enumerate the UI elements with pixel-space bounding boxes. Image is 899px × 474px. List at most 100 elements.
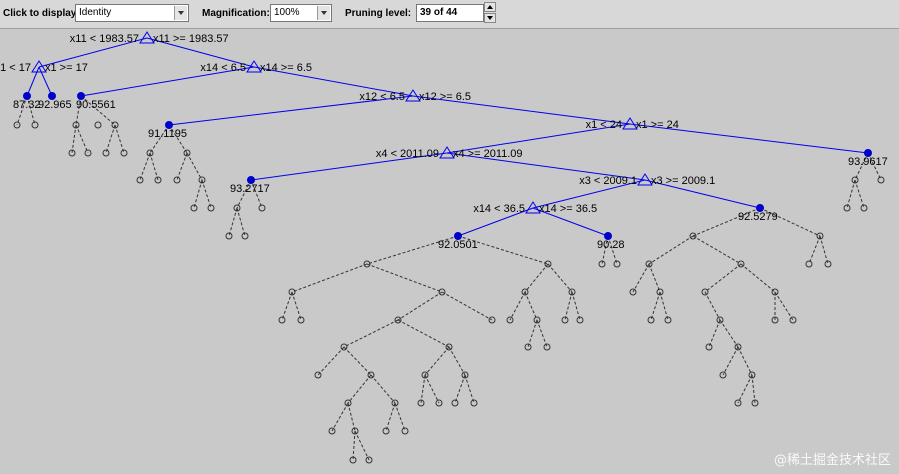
pruned-node[interactable] xyxy=(843,204,851,212)
pruned-node[interactable] xyxy=(102,149,110,157)
split-nodes: x11 < 1983.57 x11 >= 1983.57 1 < 17 x1 >= 1… xyxy=(0,31,715,215)
pruned-node[interactable] xyxy=(382,427,390,435)
chevron-down-icon[interactable] xyxy=(317,6,330,20)
pruned-branch-line xyxy=(648,263,661,293)
magnification-select-value: 100% xyxy=(274,7,300,18)
pruned-branch-line xyxy=(448,346,466,376)
pruned-node[interactable] xyxy=(314,371,322,379)
pruned-branch-line xyxy=(571,291,581,321)
pruned-branch-line xyxy=(331,402,349,432)
leaf-node[interactable]: 90.28 xyxy=(597,232,625,252)
pruned-node[interactable] xyxy=(524,343,532,351)
pruned-branch-line xyxy=(808,235,821,265)
spinner-up-icon[interactable] xyxy=(484,2,496,12)
pruned-branch-line xyxy=(281,291,293,321)
pruned-branch-line xyxy=(722,346,739,376)
pruned-branch-line xyxy=(424,346,450,376)
pruned-node[interactable] xyxy=(789,316,797,324)
pruned-node[interactable] xyxy=(451,399,459,407)
pruned-node[interactable] xyxy=(860,204,868,212)
pruned-branch-line xyxy=(228,207,238,237)
pruned-node[interactable] xyxy=(297,316,305,324)
pruned-branch-line xyxy=(343,319,399,348)
leaf-value-label: 92.965 xyxy=(38,99,72,111)
pruned-branch-line xyxy=(740,263,776,293)
leaf-value-label: 93.2717 xyxy=(230,183,270,195)
leaf-node[interactable]: 92.0501 xyxy=(438,232,478,252)
pruned-branch-line xyxy=(105,124,116,154)
pruning-spinner[interactable] xyxy=(484,2,496,24)
pruned-branch-line xyxy=(201,179,212,209)
pruned-branch-line xyxy=(632,263,650,293)
pruned-node[interactable] xyxy=(470,399,478,407)
pruned-node[interactable] xyxy=(877,176,885,184)
pruned-branch-line xyxy=(317,346,345,376)
leaf-node[interactable]: 93.9617 xyxy=(848,149,888,169)
display-select[interactable]: Identity xyxy=(75,4,189,22)
leaf-node[interactable]: 93.2717 xyxy=(230,176,270,196)
pruned-node[interactable] xyxy=(705,343,713,351)
pruned-node[interactable] xyxy=(94,121,102,129)
pruned-branch-line xyxy=(774,291,794,321)
display-label: Click to display: xyxy=(3,8,80,19)
pruned-node[interactable] xyxy=(190,204,198,212)
pruned-branch-line xyxy=(236,207,246,237)
leaf-node[interactable]: 91.1195 xyxy=(148,121,187,141)
pruned-node[interactable] xyxy=(154,176,162,184)
pruned-node[interactable] xyxy=(401,427,409,435)
pruning-label: Pruning level: xyxy=(345,8,412,19)
chevron-down-icon[interactable] xyxy=(174,6,187,20)
pruned-branch-line xyxy=(370,374,396,404)
split-left-label: x3 < 2009.1 xyxy=(579,175,637,187)
leaf-node[interactable]: 90.5561 xyxy=(76,92,116,112)
pruned-branch-line xyxy=(536,319,548,348)
split-left-label: x11 < 1983.57 xyxy=(70,33,139,45)
pruned-branch-line xyxy=(509,291,526,321)
pruned-branch-line xyxy=(441,291,493,321)
pruned-branch-line xyxy=(737,346,753,376)
leaf-value-label: 93.9617 xyxy=(848,156,888,168)
pruned-node[interactable] xyxy=(561,316,569,324)
split-left-label: x1 < 24 xyxy=(586,119,622,131)
magnification-label: Magnification: xyxy=(202,8,270,19)
pruned-node[interactable] xyxy=(543,343,551,351)
pruned-branch-line xyxy=(186,152,203,181)
pruned-branch-line xyxy=(547,263,573,293)
magnification-select[interactable]: 100% xyxy=(270,4,332,22)
split-right-label: x1 >= 17 xyxy=(45,62,88,74)
pruned-node[interactable] xyxy=(278,316,286,324)
pruned-node[interactable] xyxy=(225,232,233,240)
pruned-node[interactable] xyxy=(136,176,144,184)
leaf-value-label: 92.5279 xyxy=(738,211,778,223)
pruned-node[interactable] xyxy=(173,176,181,184)
split-triangle-icon[interactable] xyxy=(139,31,155,44)
pruned-branch-line xyxy=(354,430,370,461)
split-left-label: x4 < 2011.09 xyxy=(376,148,439,160)
pruned-node[interactable] xyxy=(576,316,584,324)
pruned-node[interactable] xyxy=(824,260,832,268)
pruned-node[interactable] xyxy=(664,316,672,324)
pruned-branch-line xyxy=(424,374,440,404)
pruned-branch-line xyxy=(454,374,466,404)
pruned-branch-line xyxy=(420,374,426,404)
pruned-node[interactable] xyxy=(120,149,128,157)
pruning-level-field[interactable]: 39 of 44 xyxy=(416,4,484,22)
tree-canvas[interactable]: x11 < 1983.57 x11 >= 1983.57 1 < 17 x1 >= 1… xyxy=(0,29,899,474)
leaf-node[interactable]: 92.5279 xyxy=(738,204,778,224)
pruned-node[interactable] xyxy=(613,260,621,268)
split-right-label: x11 >= 1983.57 xyxy=(153,33,229,45)
pruned-branch-line xyxy=(352,430,356,461)
pruned-branch-line xyxy=(176,152,188,181)
leaf-node[interactable]: 87.32 xyxy=(13,92,41,112)
split-node[interactable]: 1 < 17 x1 >= 17 xyxy=(0,60,88,74)
leaf-value-label: 87.32 xyxy=(13,99,41,111)
pruned-branch-line xyxy=(751,374,756,404)
pruned-branch-line xyxy=(854,179,865,209)
pruned-node[interactable] xyxy=(207,204,215,212)
pruned-branch-line xyxy=(527,319,538,348)
pruned-branch-line xyxy=(692,235,742,265)
leaf-node[interactable]: 92.965 xyxy=(38,92,72,112)
pruned-node[interactable] xyxy=(241,232,249,240)
pruned-node[interactable] xyxy=(647,316,655,324)
spinner-down-icon[interactable] xyxy=(484,13,496,23)
